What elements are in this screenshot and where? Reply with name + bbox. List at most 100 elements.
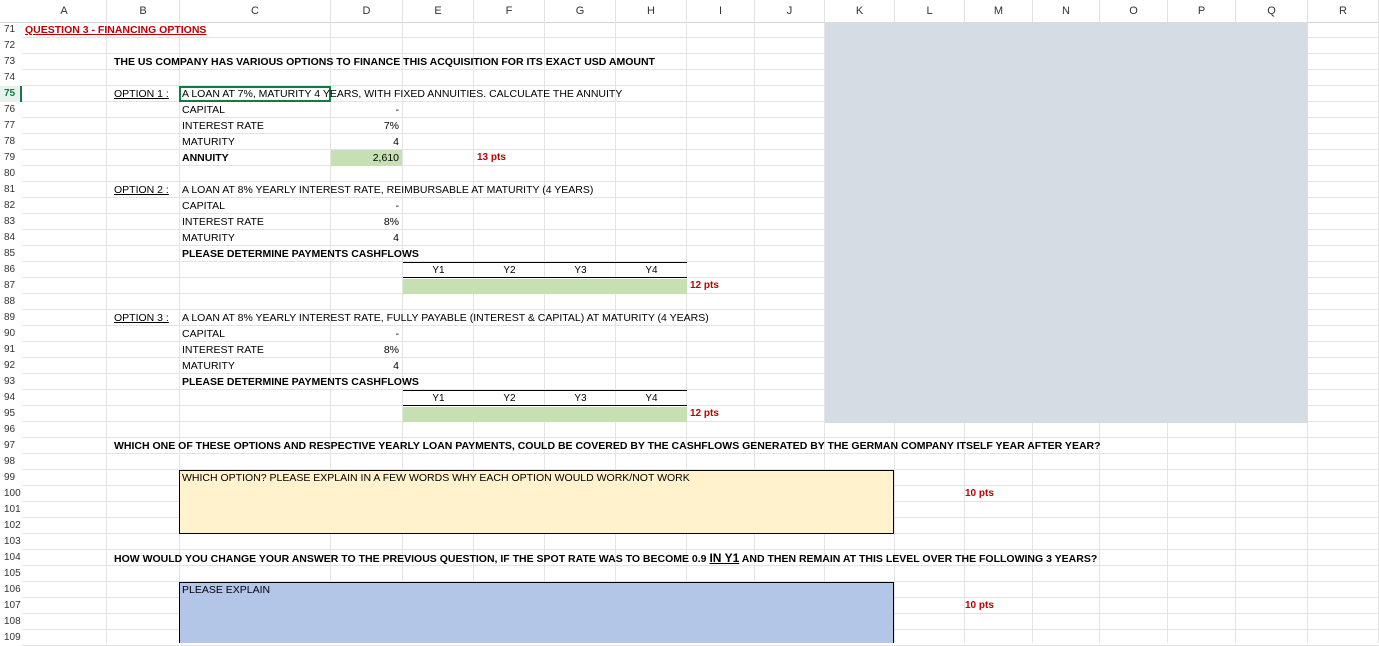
row-header[interactable]: 73	[0, 54, 22, 70]
option1-description[interactable]: A LOAN AT 7%, MATURITY 4 YEARS, WITH FIX…	[179, 86, 622, 102]
row-header[interactable]: 93	[0, 374, 22, 390]
row-header[interactable]: 109	[0, 630, 22, 646]
question-title[interactable]: QUESTION 3 - FINANCING OPTIONS	[25, 22, 206, 38]
column-header[interactable]: A	[22, 0, 107, 22]
option2-cashflow-label[interactable]: PLEASE DETERMINE PAYMENTS CASHFLOWS	[182, 246, 419, 262]
row-header[interactable]: 83	[0, 214, 22, 230]
column-header[interactable]: K	[825, 0, 895, 22]
option2-maturity-value[interactable]: 4	[331, 230, 399, 246]
row-header[interactable]: 97	[0, 438, 22, 454]
question2-text[interactable]: HOW WOULD YOU CHANGE YOUR ANSWER TO THE …	[114, 550, 1097, 566]
option2-year-header[interactable]: Y3	[545, 262, 616, 278]
row-header[interactable]: 104	[0, 550, 22, 566]
option1-maturity-value[interactable]: 4	[331, 134, 399, 150]
option2-rate-value[interactable]: 8%	[331, 214, 399, 230]
option2-rate-label[interactable]: INTEREST RATE	[182, 214, 264, 230]
option2-year-header[interactable]: Y4	[616, 262, 687, 278]
option1-capital-value[interactable]: -	[331, 102, 400, 118]
option3-rate-label[interactable]: INTEREST RATE	[182, 342, 264, 358]
option3-year-header[interactable]: Y2	[474, 390, 545, 406]
row-header[interactable]: 78	[0, 134, 22, 150]
row-header[interactable]: 81	[0, 182, 22, 198]
option2-capital-value[interactable]: -	[331, 198, 400, 214]
option3-year-header[interactable]: Y3	[545, 390, 616, 406]
option1-annuity-value[interactable]: 2,610	[331, 150, 402, 166]
row-header[interactable]: 108	[0, 614, 22, 630]
row-header[interactable]: 74	[0, 70, 22, 86]
column-header[interactable]: H	[616, 0, 687, 22]
option3-capital-label[interactable]: CAPITAL	[182, 326, 225, 342]
row-header[interactable]: 71	[0, 22, 22, 38]
column-header[interactable]: F	[474, 0, 545, 22]
option3-maturity-value[interactable]: 4	[331, 358, 399, 374]
row-header[interactable]: 94	[0, 390, 22, 406]
row-header[interactable]: 91	[0, 342, 22, 358]
grey-shaded-area[interactable]	[825, 22, 1308, 423]
option2-capital-label[interactable]: CAPITAL	[182, 198, 225, 214]
question1-text[interactable]: WHICH ONE OF THESE OPTIONS AND RESPECTIV…	[114, 438, 1101, 454]
column-header[interactable]: B	[107, 0, 180, 22]
row-header[interactable]: 72	[0, 38, 22, 54]
row-header[interactable]: 79	[0, 150, 22, 166]
row-header[interactable]: 80	[0, 166, 22, 182]
column-header[interactable]: N	[1033, 0, 1100, 22]
row-header[interactable]: 101	[0, 502, 22, 518]
option3-label[interactable]: OPTION 3 :	[114, 310, 169, 326]
row-header[interactable]: 86	[0, 262, 22, 278]
option3-rate-value[interactable]: 8%	[331, 342, 399, 358]
option2-description[interactable]: A LOAN AT 8% YEARLY INTEREST RATE, REIMB…	[182, 182, 593, 198]
option1-rate-value[interactable]: 7%	[331, 118, 399, 134]
option2-maturity-label[interactable]: MATURITY	[182, 230, 235, 246]
row-header[interactable]: 96	[0, 422, 22, 438]
row-header[interactable]: 107	[0, 598, 22, 614]
option1-annuity-label[interactable]: ANNUITY	[182, 150, 229, 166]
row-header[interactable]: 75	[0, 86, 22, 102]
option1-capital-label[interactable]: CAPITAL	[182, 102, 225, 118]
column-header[interactable]: L	[895, 0, 965, 22]
column-header[interactable]: R	[1308, 0, 1379, 22]
option3-description[interactable]: A LOAN AT 8% YEARLY INTEREST RATE, FULLY…	[182, 310, 709, 326]
row-header[interactable]: 105	[0, 566, 22, 582]
row-header[interactable]: 87	[0, 278, 22, 294]
row-header[interactable]: 77	[0, 118, 22, 134]
question1-answer-box[interactable]: WHICH OPTION? PLEASE EXPLAIN IN A FEW WO…	[179, 470, 894, 534]
intro-text[interactable]: THE US COMPANY HAS VARIOUS OPTIONS TO FI…	[114, 54, 655, 70]
option3-maturity-label[interactable]: MATURITY	[182, 358, 235, 374]
row-header[interactable]: 88	[0, 294, 22, 310]
row-header[interactable]: 89	[0, 310, 22, 326]
option1-label[interactable]: OPTION 1 :	[114, 86, 169, 102]
column-header[interactable]: I	[687, 0, 755, 22]
option3-year-header[interactable]: Y1	[403, 390, 474, 406]
option3-cashflow-input-row[interactable]	[403, 407, 687, 422]
column-header[interactable]: Q	[1236, 0, 1308, 22]
option3-cashflow-label[interactable]: PLEASE DETERMINE PAYMENTS CASHFLOWS	[182, 374, 419, 390]
column-header[interactable]: D	[331, 0, 403, 22]
column-header[interactable]: J	[755, 0, 825, 22]
column-header[interactable]: E	[403, 0, 474, 22]
question2-answer-box[interactable]: PLEASE EXPLAIN	[179, 582, 894, 643]
row-header[interactable]: 98	[0, 454, 22, 470]
row-header[interactable]: 84	[0, 230, 22, 246]
row-header[interactable]: 76	[0, 102, 22, 118]
row-header[interactable]: 99	[0, 470, 22, 486]
option3-capital-value[interactable]: -	[331, 326, 400, 342]
option2-year-header[interactable]: Y1	[403, 262, 474, 278]
row-header[interactable]: 100	[0, 486, 22, 502]
row-header[interactable]: 106	[0, 582, 22, 598]
option2-label[interactable]: OPTION 2 :	[114, 182, 169, 198]
row-header[interactable]: 102	[0, 518, 22, 534]
option2-cashflow-input-row[interactable]	[403, 279, 687, 294]
row-header[interactable]: 103	[0, 534, 22, 550]
column-header[interactable]: C	[180, 0, 331, 22]
column-header[interactable]: M	[965, 0, 1033, 22]
row-header[interactable]: 92	[0, 358, 22, 374]
row-header[interactable]: 85	[0, 246, 22, 262]
option3-year-header[interactable]: Y4	[616, 390, 687, 406]
option1-maturity-label[interactable]: MATURITY	[182, 134, 235, 150]
option1-rate-label[interactable]: INTEREST RATE	[182, 118, 264, 134]
column-header[interactable]: O	[1100, 0, 1168, 22]
option2-year-header[interactable]: Y2	[474, 262, 545, 278]
row-header[interactable]: 90	[0, 326, 22, 342]
row-header[interactable]: 82	[0, 198, 22, 214]
row-header[interactable]: 95	[0, 406, 22, 422]
